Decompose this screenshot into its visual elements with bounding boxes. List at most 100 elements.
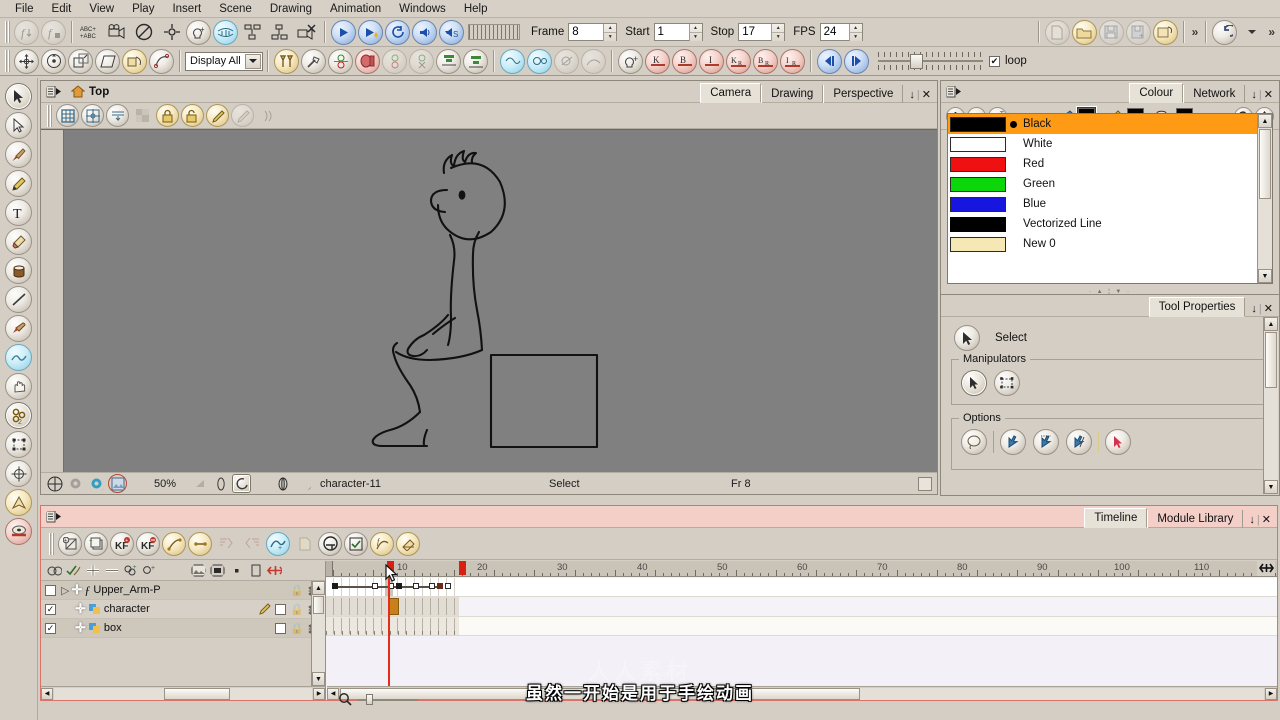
track-row-box[interactable] xyxy=(326,617,1277,636)
remove-layer-icon[interactable] xyxy=(103,562,120,579)
dropper-tool[interactable] xyxy=(5,315,32,342)
align-top-icon[interactable] xyxy=(436,48,461,74)
next-frame-icon[interactable] xyxy=(844,48,869,74)
morph-create-icon[interactable] xyxy=(500,48,525,74)
prev-frame-icon[interactable] xyxy=(817,48,842,74)
scale-icon[interactable] xyxy=(68,48,93,74)
align-bottom-icon[interactable] xyxy=(463,48,488,74)
select-tool[interactable] xyxy=(5,83,32,110)
pivot-tool[interactable] xyxy=(5,460,32,487)
search-icon[interactable] xyxy=(338,692,352,706)
function-editor-icon[interactable]: f xyxy=(370,531,394,556)
character-drawing[interactable] xyxy=(331,140,851,480)
unlock-icon[interactable] xyxy=(181,104,204,127)
frame-input[interactable] xyxy=(569,24,604,40)
lasso-icon[interactable] xyxy=(961,429,987,455)
scroll-thumb[interactable] xyxy=(1265,332,1277,388)
onion-skin-icon[interactable] xyxy=(355,48,380,74)
fps-input[interactable] xyxy=(820,24,849,40)
keyframe-kr-icon[interactable]: KR xyxy=(726,48,751,74)
stop-marker[interactable] xyxy=(459,561,466,575)
scroll-up-icon[interactable]: ▲ xyxy=(1264,317,1278,331)
colour-row-green[interactable]: Green xyxy=(948,174,1272,194)
frame-slider[interactable] xyxy=(468,24,520,40)
thumbnail-none-icon[interactable] xyxy=(247,562,264,579)
smooth-tool[interactable] xyxy=(5,344,32,371)
tab-camera[interactable]: Camera xyxy=(700,83,762,103)
light-blue-dot-icon[interactable] xyxy=(255,476,271,492)
sound-icon[interactable] xyxy=(412,19,437,45)
menu-item-windows[interactable]: Windows xyxy=(390,2,455,16)
menu-item-drawing[interactable]: Drawing xyxy=(261,2,321,16)
menu-item-insert[interactable]: Insert xyxy=(163,2,210,16)
morph-tool[interactable] xyxy=(5,518,32,545)
target-icon[interactable] xyxy=(159,20,184,45)
paper-icon[interactable] xyxy=(292,532,316,556)
skew-icon[interactable] xyxy=(95,48,120,74)
fit-timeline-icon[interactable] xyxy=(1257,561,1275,576)
fit-width-icon[interactable] xyxy=(266,562,283,579)
add-icon[interactable]: ✛ xyxy=(75,620,86,636)
frame-spinner[interactable]: ▲ ▼ xyxy=(603,23,617,41)
tab-timeline[interactable]: Timeline xyxy=(1084,508,1148,528)
morph-del-icon[interactable] xyxy=(554,48,579,74)
camera-canvas[interactable] xyxy=(41,129,937,472)
grid-down-icon[interactable] xyxy=(106,104,129,127)
snap-contour-icon[interactable] xyxy=(1000,429,1026,455)
thumbnail-size-large-icon[interactable] xyxy=(209,562,226,579)
eraser-tool[interactable] xyxy=(5,228,32,255)
close-icon[interactable]: ✕ xyxy=(922,88,931,101)
colour-list[interactable]: Black White Red Green Blue Vectorized Li… xyxy=(947,113,1273,284)
tab-module-library[interactable]: Module Library xyxy=(1147,510,1244,528)
cutter-tool[interactable] xyxy=(5,489,32,516)
text-tool[interactable]: T xyxy=(5,199,32,226)
close-icon[interactable]: ✕ xyxy=(1262,513,1271,526)
stop-input[interactable] xyxy=(739,24,772,40)
save-icon[interactable] xyxy=(1098,19,1124,45)
pencil-tool[interactable] xyxy=(5,170,32,197)
snap-grid-icon[interactable] xyxy=(1033,429,1059,455)
lock-icon[interactable] xyxy=(156,104,179,127)
contour-editor-tool[interactable] xyxy=(5,112,32,139)
manipulator-bbox-icon[interactable] xyxy=(994,370,1020,396)
minimize-icon[interactable]: ↓ xyxy=(909,89,915,101)
expand-arrow-icon[interactable]: ▷ xyxy=(61,584,69,597)
playback-slider[interactable] xyxy=(878,50,983,72)
open-file-icon[interactable] xyxy=(1071,19,1097,45)
camera-delete-icon[interactable] xyxy=(294,20,319,45)
colour-row-black[interactable]: Black xyxy=(948,114,1272,134)
export-icon[interactable] xyxy=(1152,19,1178,45)
gear-blue-icon[interactable] xyxy=(87,474,106,493)
loop-icon[interactable] xyxy=(385,19,410,45)
light-table-icon[interactable]: + xyxy=(618,48,643,74)
loop-checkbox[interactable]: ✔ xyxy=(989,55,1000,67)
grid-pattern-icon[interactable] xyxy=(131,104,154,127)
onion-x-icon[interactable] xyxy=(409,48,434,74)
sound-scrub-icon[interactable]: S xyxy=(439,19,464,45)
play-icon[interactable] xyxy=(331,19,356,45)
timeline-toolbar-grip[interactable] xyxy=(49,532,54,555)
start-input[interactable] xyxy=(654,24,689,40)
menu-item-scene[interactable]: Scene xyxy=(210,2,261,16)
onion-dot-icon[interactable] xyxy=(296,475,313,492)
hammer-icon[interactable] xyxy=(301,48,326,74)
lock-icon[interactable]: 🔒 xyxy=(290,622,304,635)
track-row-character[interactable] xyxy=(326,597,1277,617)
grid-icon[interactable] xyxy=(56,104,79,127)
onion-eye-icon[interactable] xyxy=(46,562,63,579)
layer-enable-checkbox[interactable]: ✓ xyxy=(45,603,56,615)
tab-tool-properties[interactable]: Tool Properties xyxy=(1148,297,1246,317)
menu-item-play[interactable]: Play xyxy=(123,2,163,16)
scroll-up-icon[interactable]: ▲ xyxy=(312,581,325,595)
scroll-down-icon[interactable]: ▼ xyxy=(1264,480,1278,494)
colour-list-scrollbar[interactable]: ▲ ▼ xyxy=(1257,114,1272,283)
minimize-icon[interactable]: ↓ xyxy=(1251,89,1257,101)
layer-row-upper-arm-p[interactable]: ▷ ✛ ƒ Upper_Arm-P 🔒 xyxy=(41,581,325,600)
add-peg-icon[interactable]: + xyxy=(186,19,211,45)
light-table-view-icon[interactable] xyxy=(206,104,229,127)
abc-text-icon[interactable]: ABC+ +ABC xyxy=(78,20,103,45)
keyframe-b-icon[interactable]: B xyxy=(672,48,697,74)
gear-dark-icon[interactable] xyxy=(66,474,85,493)
tab-network[interactable]: Network xyxy=(1183,85,1246,103)
group-down-icon[interactable] xyxy=(240,20,265,45)
